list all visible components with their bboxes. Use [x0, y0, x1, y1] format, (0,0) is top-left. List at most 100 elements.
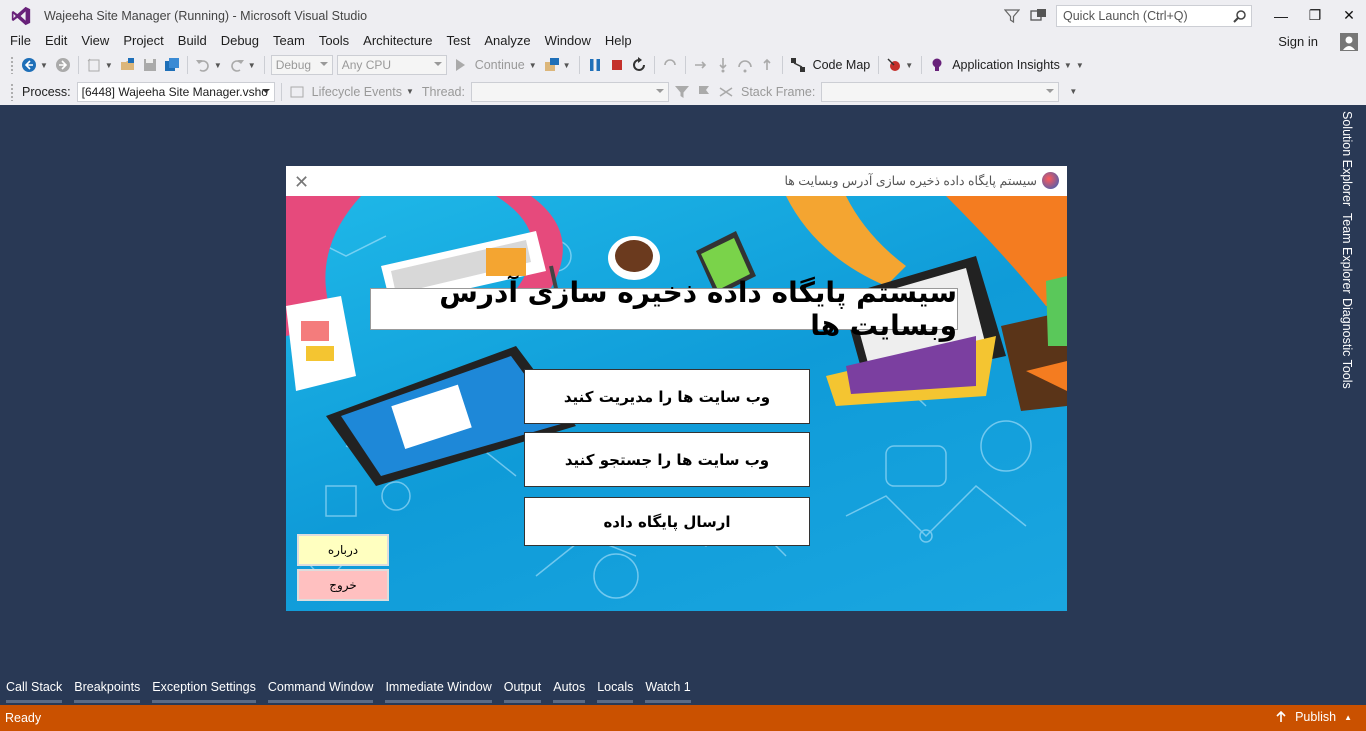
tab-watch-1[interactable]: Watch 1	[639, 675, 696, 705]
about-button[interactable]: درباره	[297, 534, 389, 566]
tab-call-stack[interactable]: Call Stack	[0, 675, 68, 705]
toolbar-overflow-icon[interactable]: ▼	[1076, 61, 1084, 70]
toolbar-separator	[263, 56, 265, 74]
stack-frame-label: Stack Frame:	[740, 84, 816, 99]
application-insights-dropdown-icon[interactable]: ▼	[1064, 61, 1072, 70]
menu-view[interactable]: View	[74, 31, 116, 52]
sign-in-link[interactable]: Sign in	[1278, 34, 1318, 49]
close-button[interactable]: ✕	[1332, 0, 1366, 31]
menu-window[interactable]: Window	[538, 31, 598, 52]
step-out-icon[interactable]	[759, 57, 775, 73]
application-insights-button[interactable]: Application Insights	[952, 58, 1060, 72]
tab-locals[interactable]: Locals	[591, 675, 639, 705]
search-websites-button[interactable]: وب سایت ها را جستجو کنید	[524, 432, 810, 487]
feedback-icon[interactable]	[1030, 8, 1048, 24]
toolbar-separator	[186, 56, 188, 74]
diagnostic-tools-tab[interactable]: Diagnostic Tools	[1340, 298, 1354, 389]
menu-debug[interactable]: Debug	[214, 31, 266, 52]
menu-project[interactable]: Project	[116, 31, 170, 52]
continue-dropdown-icon[interactable]: ▼	[529, 61, 537, 70]
stop-icon[interactable]	[609, 57, 625, 73]
show-next-statement-icon[interactable]	[693, 57, 709, 73]
tab-command-window[interactable]: Command Window	[262, 675, 380, 705]
tab-breakpoints[interactable]: Breakpoints	[68, 675, 146, 705]
solution-platform-select[interactable]: Any CPU	[336, 55, 447, 75]
lifecycle-events-button[interactable]: Lifecycle Events	[312, 85, 402, 99]
undo-icon[interactable]	[195, 57, 211, 73]
menu-help[interactable]: Help	[598, 31, 639, 52]
menu-team[interactable]: Team	[266, 31, 312, 52]
exit-button[interactable]: خروج	[297, 569, 389, 601]
continue-button[interactable]: Continue	[475, 58, 525, 72]
menu-tools[interactable]: Tools	[312, 31, 356, 52]
navigate-forward-icon[interactable]	[55, 57, 71, 73]
app-window-title: سیستم پایگاه داده ذخیره سازی آدرس وبسایت…	[784, 174, 1037, 188]
menu-test[interactable]: Test	[440, 31, 478, 52]
debug-tool-tabs: Call Stack Breakpoints Exception Setting…	[0, 675, 1366, 705]
menu-build[interactable]: Build	[171, 31, 214, 52]
menu-architecture[interactable]: Architecture	[356, 31, 439, 52]
notifications-filter-icon[interactable]	[1004, 8, 1020, 24]
save-all-icon[interactable]	[164, 57, 180, 73]
lifecycle-events-icon[interactable]	[289, 84, 305, 100]
restore-button[interactable]: ❐	[1298, 0, 1332, 31]
menu-bar: File Edit View Project Build Debug Team …	[0, 31, 1366, 52]
toolbar-separator	[684, 56, 686, 74]
search-icon[interactable]	[1233, 9, 1247, 23]
open-file-icon[interactable]	[120, 57, 136, 73]
toolbar-grip[interactable]	[10, 56, 14, 74]
visual-studio-logo-icon	[11, 6, 31, 25]
pause-icon[interactable]	[587, 57, 603, 73]
thread-select[interactable]	[470, 81, 669, 102]
minimize-button[interactable]: —	[1264, 0, 1298, 31]
undo-dropdown-icon[interactable]: ▼	[214, 61, 222, 70]
show-threads-icon[interactable]	[718, 84, 734, 100]
breakpoints-dropdown-icon[interactable]: ▼	[905, 61, 913, 70]
toolbar-overflow-icon[interactable]: ▼	[1069, 87, 1077, 96]
step-into-icon[interactable]	[715, 57, 731, 73]
attach-dropdown-icon[interactable]: ▼	[563, 61, 571, 70]
quick-launch-input[interactable]: Quick Launch (Ctrl+Q)	[1056, 4, 1252, 27]
hot-reload-icon[interactable]	[662, 57, 678, 73]
send-database-button[interactable]: ارسال پایگاه داده	[524, 497, 810, 546]
continue-play-icon[interactable]	[452, 57, 468, 73]
new-dropdown-icon[interactable]: ▼	[105, 61, 113, 70]
redo-dropdown-icon[interactable]: ▼	[248, 61, 256, 70]
step-over-icon[interactable]	[737, 57, 753, 73]
lightbulb-icon[interactable]	[929, 57, 945, 73]
app-close-icon[interactable]: ✕	[294, 172, 309, 193]
debug-location-toolbar: Process: [6448] Wajeeha Site Manager.vsh…	[0, 78, 1366, 105]
stack-frame-select[interactable]	[821, 81, 1060, 102]
save-icon[interactable]	[142, 57, 158, 73]
toolbar-grip[interactable]	[10, 82, 14, 101]
redo-icon[interactable]	[229, 57, 245, 73]
lifecycle-dropdown-icon[interactable]: ▼	[406, 87, 414, 96]
tab-immediate-window[interactable]: Immediate Window	[379, 675, 497, 705]
toolbar-separator	[280, 82, 282, 101]
solution-configuration-select[interactable]: Debug	[270, 55, 333, 75]
process-select[interactable]: [6448] Wajeeha Site Manager.vsho	[76, 81, 275, 102]
flag-threads-icon[interactable]	[696, 84, 712, 100]
publish-dropdown-icon[interactable]: ▲	[1344, 713, 1352, 722]
restore-icon: ❐	[1308, 7, 1322, 23]
code-map-icon[interactable]	[790, 57, 806, 73]
menu-file[interactable]: File	[0, 31, 38, 52]
account-icon[interactable]	[1340, 33, 1358, 51]
tab-output[interactable]: Output	[498, 675, 548, 705]
toggle-breakpoints-icon[interactable]	[886, 57, 902, 73]
menu-analyze[interactable]: Analyze	[477, 31, 537, 52]
restart-icon[interactable]	[631, 57, 647, 73]
navigate-back-icon[interactable]	[21, 57, 37, 73]
solution-explorer-tab[interactable]: Solution Explorer	[1340, 111, 1354, 206]
publish-button[interactable]: Publish ▲	[1275, 710, 1352, 724]
team-explorer-tab[interactable]: Team Explorer	[1340, 213, 1354, 294]
back-dropdown-icon[interactable]: ▼	[40, 61, 48, 70]
process-attach-icon[interactable]	[544, 57, 560, 73]
menu-edit[interactable]: Edit	[38, 31, 74, 52]
manage-websites-button[interactable]: وب سایت ها را مدیریت کنید	[524, 369, 810, 424]
code-map-button[interactable]: Code Map	[813, 58, 871, 72]
new-project-icon[interactable]	[86, 57, 102, 73]
thread-filter-icon[interactable]	[674, 84, 690, 100]
tab-exception-settings[interactable]: Exception Settings	[146, 675, 262, 705]
tab-autos[interactable]: Autos	[547, 675, 591, 705]
